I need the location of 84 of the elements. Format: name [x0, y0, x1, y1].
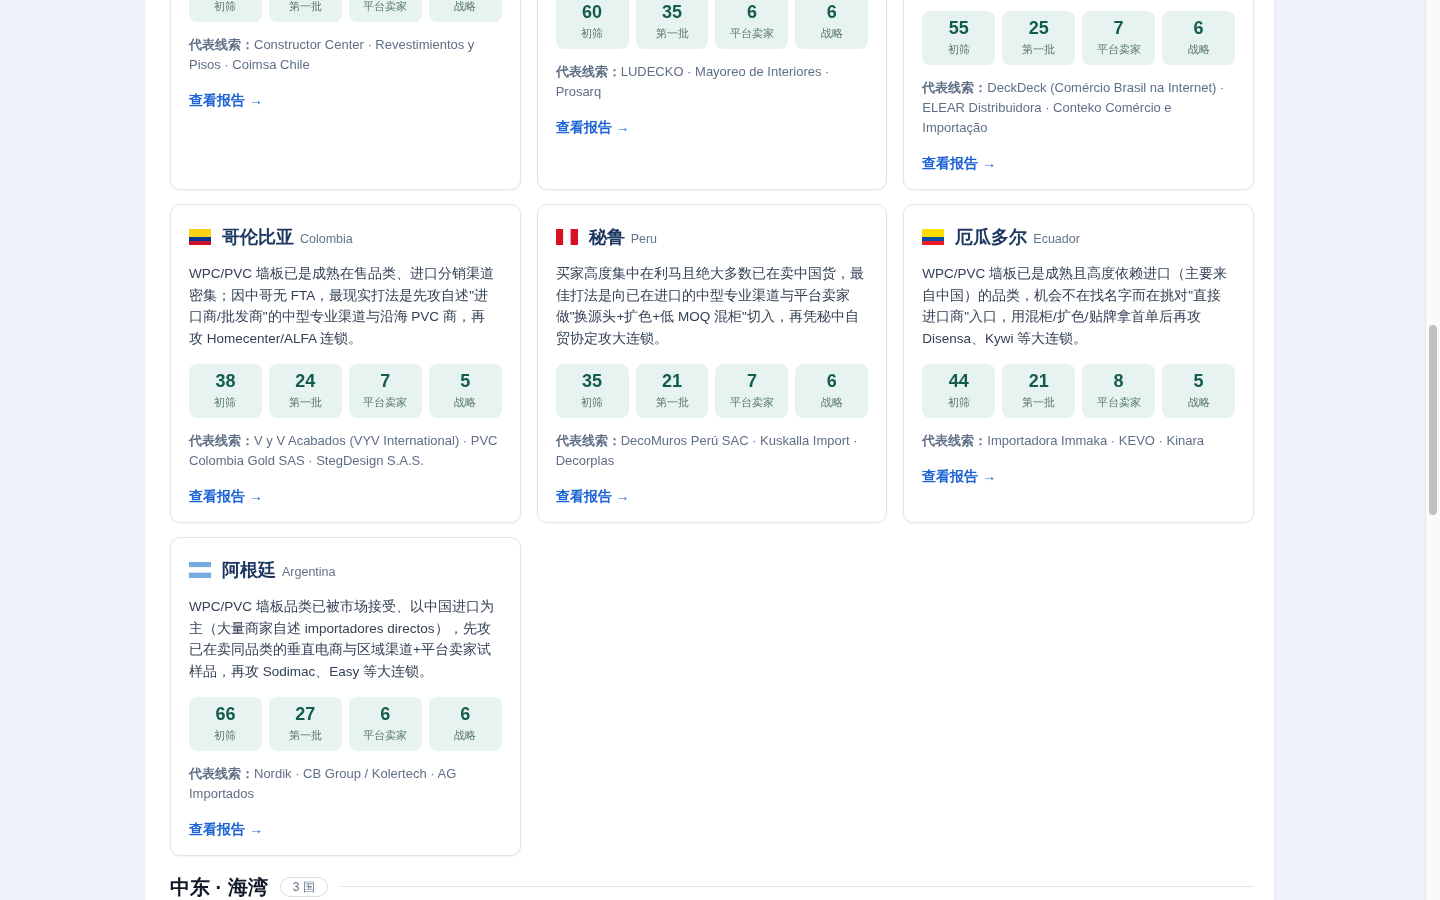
representative-leads: 代表线索：LUDECKO · Mayoreo de Interiores · Prosarq	[555, 63, 831, 101]
stat-label: 初筛	[214, 0, 237, 14]
view-report-link[interactable]: 查看报告 →	[189, 485, 263, 506]
stat-label: 战略	[454, 0, 477, 14]
stat-value: 44	[948, 369, 969, 392]
country-summary: 买家高度集中在利马且绝大多数已在卖中国货，最佳打法是向已在进口的中型专业渠道与平台卖家做"换源头+扩色+低 MOQ 混柜"切入，再凭秘中自贸协定攻大连锁。	[555, 265, 865, 349]
stat-label: 战略	[820, 26, 843, 41]
stat-value: 38	[215, 369, 236, 392]
stat-value: 6	[460, 702, 471, 725]
stat-label: 初筛	[947, 42, 970, 57]
view-report-link[interactable]: 查看报告 →	[922, 465, 997, 486]
stat-label: 战略	[1187, 394, 1210, 410]
country-english-name: Colombia	[300, 231, 353, 248]
stat-label: 平台卖家	[363, 394, 408, 410]
stat-value: 25	[1028, 17, 1049, 39]
stat-value: 6	[380, 702, 391, 725]
stat-label: 初筛	[214, 394, 237, 410]
country-name: 哥伦比亚	[222, 226, 294, 249]
flag-icon	[922, 229, 945, 245]
stat-value: 7	[746, 369, 757, 392]
scrollbar-thumb[interactable]	[1429, 325, 1437, 515]
view-report-link[interactable]: 查看报告 →	[922, 153, 997, 173]
stat-label: 第一批	[1022, 394, 1056, 410]
stat-value: 6	[826, 1, 837, 23]
stat-label: 战略	[454, 394, 477, 410]
stat-label: 平台卖家	[363, 0, 408, 14]
stat-label: 初筛	[214, 727, 237, 743]
stat-label: 平台卖家	[729, 394, 774, 410]
stat-value: 7	[1113, 17, 1124, 39]
stat-value: 55	[948, 17, 969, 39]
country-english-name: Argentina	[282, 563, 336, 581]
stat-value: 24	[295, 369, 316, 392]
country-name: 阿根廷	[222, 558, 276, 582]
stat-value: 35	[662, 1, 683, 23]
view-report-link[interactable]: 查看报告 →	[555, 485, 630, 506]
stat-value: 60	[582, 1, 603, 23]
flag-icon	[189, 229, 211, 245]
stat-label: 战略	[820, 394, 843, 410]
stat-value: 6	[746, 1, 757, 23]
stat-value: 8	[1113, 369, 1124, 392]
stat-value: 35	[582, 369, 603, 392]
stat-label: 第一批	[288, 0, 322, 14]
view-report-link[interactable]: 查看报告 →	[189, 818, 263, 839]
flag-icon	[189, 561, 211, 578]
stat-value: 7	[380, 369, 391, 392]
stat-label: 平台卖家	[729, 26, 774, 41]
country-name: 厄瓜多尔	[955, 226, 1028, 249]
flag-icon	[555, 229, 578, 245]
country-summary: WPC/PVC 墙板品类已被市场接受、以中国进口为主（大量商家自述 importadores directos），先攻已在卖同品类的垂直电商与区域渠道+平台卖家试样品，再攻 Sodimac、Easy 等大连锁。	[189, 597, 495, 681]
representative-leads: 代表线索：DecoMuros Perú SAC · Kuskalla Import · Decorplas	[555, 431, 859, 470]
country-english-name: Ecuador	[1033, 231, 1080, 248]
stat-label: 第一批	[655, 26, 689, 41]
view-report-link[interactable]: 查看报告 →	[555, 117, 630, 137]
stat-value: 6	[1193, 17, 1204, 39]
stat-label: 平台卖家	[1096, 42, 1141, 57]
representative-leads: 代表线索：DeckDeck (Comércio Brasil na Internet) · ELEAR Distribuidora · Conteko Comércio e Importação	[922, 79, 1226, 137]
stat-label: 第一批	[655, 394, 689, 410]
representative-leads: 代表线索：Importadora Immaka · KEVO · Kinara	[922, 431, 1206, 450]
stat-label: 第一批	[288, 394, 322, 410]
country-name: 秘鲁	[588, 226, 625, 249]
stat-label: 平台卖家	[363, 727, 408, 743]
stat-value: 21	[662, 369, 683, 392]
country-summary: WPC/PVC 墙板已是成熟在售品类、进口分销渠道密集；因中哥无 FTA，最现实打法是先攻自述"进口商/批发商"的中型专业渠道与沿海 PVC 商，再攻 Homecenter/ALFA 连锁。	[189, 265, 495, 349]
stat-value: 6	[826, 369, 837, 392]
stat-label: 第一批	[288, 727, 322, 743]
stat-label: 初筛	[581, 394, 604, 410]
country-summary: WPC/PVC 墙板已是成熟且高度依赖进口（主要来自中国）的品类，机会不在找名字而在挑对"直接进口商"入口，用混柜/扩色/贴牌拿首单后再攻 Disensa、Kywi 等大连锁。	[922, 265, 1229, 349]
stat-value: 66	[215, 702, 236, 725]
representative-leads: 代表线索：Constructor Center · Revestimientos y Pisos · Coimsa Chile	[189, 36, 476, 74]
stat-value: 5	[460, 369, 471, 392]
stat-label: 初筛	[947, 394, 970, 410]
stat-label: 平台卖家	[1096, 394, 1141, 410]
stat-label: 战略	[1187, 42, 1210, 57]
section-heading: 中东 · 海湾	[170, 875, 268, 898]
stat-value: 27	[295, 702, 316, 725]
stat-value: 5	[1193, 369, 1204, 392]
stat-label: 战略	[454, 727, 477, 743]
representative-leads: 代表线索：Nordik · CB Group / Kolertech · AG Importados	[189, 764, 458, 803]
representative-leads: 代表线索：V y V Acabados (VYV International) · PVC Colombia Gold SAS · StegDesign S.A.S.	[189, 431, 499, 470]
stat-value: 21	[1028, 369, 1049, 392]
stat-label: 初筛	[581, 26, 604, 41]
stat-label: 第一批	[1022, 42, 1056, 57]
view-report-link[interactable]: 查看报告 →	[189, 90, 263, 110]
country-english-name: Peru	[630, 231, 658, 248]
